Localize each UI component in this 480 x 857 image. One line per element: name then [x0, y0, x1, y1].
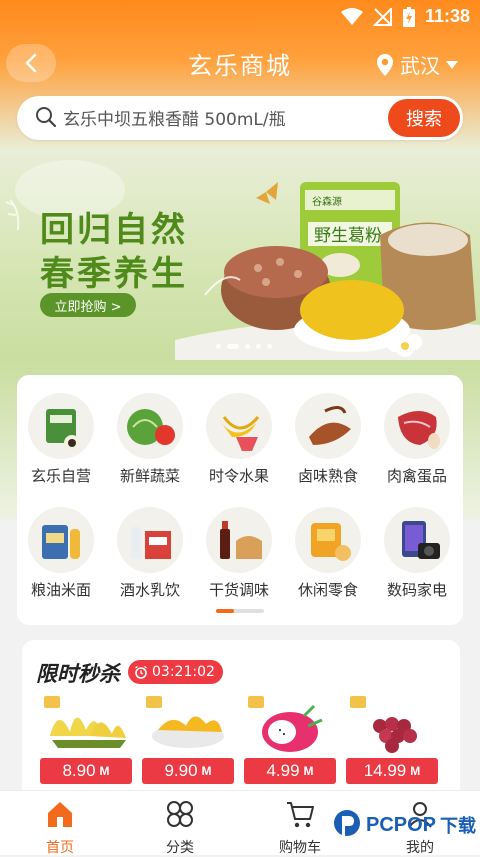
status-time: 11:38	[424, 6, 470, 26]
banner-pagination	[216, 344, 272, 349]
category-label: 肉禽蛋品	[386, 467, 447, 485]
banner-buy-now-button[interactable]: 立即抢购 >	[40, 293, 136, 317]
promo-banner[interactable]: 谷森源 野生葛粉 回归自然 春季养生 立即抢购 >	[0, 150, 480, 360]
home-icon	[48, 802, 72, 827]
price-tag: 9.90 M	[142, 758, 234, 784]
category-label: 时令水果	[208, 467, 269, 485]
snack-icon	[295, 507, 361, 573]
cart-icon	[287, 802, 314, 828]
durian-icon	[50, 717, 126, 748]
price-currency: M	[99, 764, 110, 778]
top-navbar: 玄乐商城 武汉	[0, 40, 480, 86]
category-label: 酒水乳饮	[119, 581, 180, 599]
wifi-icon	[340, 7, 363, 25]
grape-icon	[373, 717, 417, 753]
packet-title: 野生葛粉	[314, 226, 382, 246]
category-label: 新鲜蔬菜	[119, 467, 180, 485]
location-pin-icon	[377, 53, 393, 76]
seasoning-icon	[206, 507, 272, 573]
price-value: 9.90	[164, 761, 198, 780]
dragonfruit-icon	[262, 704, 323, 752]
pcpop-logo-icon	[334, 810, 360, 836]
price-tag: 8.90 M	[40, 758, 132, 784]
cooked-food-icon	[295, 393, 361, 459]
meat-icon	[384, 393, 450, 459]
pcpop-watermark: PCPOP 下载	[332, 808, 476, 842]
self-operated-icon	[28, 393, 94, 459]
price-value: 4.99	[266, 761, 300, 780]
flash-sale-item[interactable]: 9.90 M	[142, 692, 236, 796]
caret-down-icon	[446, 60, 458, 69]
flash-sale-section: 限时秒杀 03:21:02 8.90 M 9.90 M 4.99 M 14.99 M	[22, 640, 460, 800]
tab-label: 分类	[166, 840, 194, 856]
category-item[interactable]: 休闲零食	[288, 507, 368, 600]
city-name: 武汉	[400, 54, 440, 78]
category-item[interactable]: 新鲜蔬菜	[110, 393, 190, 486]
banner-dot[interactable]	[227, 344, 239, 349]
tab-label: 首页	[46, 840, 74, 856]
price-currency: M	[410, 764, 421, 778]
status-bar: 11:38	[0, 0, 480, 34]
category-label: 玄乐自营	[30, 467, 91, 485]
alarm-clock-icon	[135, 665, 147, 679]
electronics-icon	[384, 507, 450, 573]
banner-dot[interactable]	[245, 344, 250, 349]
tab-label: 购物车	[279, 840, 321, 856]
category-item[interactable]: 时令水果	[199, 393, 279, 486]
search-input[interactable]: 玄乐中坝五粮香醋 500mL/瓶	[63, 105, 286, 130]
price-tag: 4.99 M	[244, 758, 336, 784]
category-label: 休闲零食	[297, 581, 358, 599]
countdown-badge: 03:21:02	[128, 660, 223, 684]
category-item[interactable]: 玄乐自营	[21, 393, 101, 486]
category-item[interactable]: 酒水乳饮	[110, 507, 190, 600]
category-scroll-indicator	[216, 609, 264, 613]
flash-sale-item[interactable]: 14.99 M	[346, 692, 440, 796]
grain-oil-icon	[28, 507, 94, 573]
category-label: 数码家电	[386, 581, 447, 599]
watermark-cn: 下载	[440, 816, 477, 837]
no-signal-icon	[372, 7, 392, 26]
category-label: 干货调味	[208, 581, 269, 599]
search-button[interactable]: 搜索	[388, 99, 460, 137]
price-currency: M	[303, 764, 314, 778]
price-tag: 14.99 M	[346, 758, 438, 784]
fruit-icon	[206, 393, 272, 459]
search-bar[interactable]: 玄乐中坝五粮香醋 500mL/瓶 搜索	[17, 96, 463, 140]
banner-headline: 回归自然	[40, 210, 188, 250]
category-item[interactable]: 干货调味	[199, 507, 279, 600]
price-currency: M	[201, 764, 212, 778]
banner-dot[interactable]	[267, 344, 272, 349]
banner-dot[interactable]	[256, 344, 261, 349]
category-item[interactable]: 粮油米面	[21, 507, 101, 600]
price-value: 8.90	[62, 761, 96, 780]
flash-sale-item[interactable]: 4.99 M	[244, 692, 338, 796]
flash-sale-title: 限时秒杀	[36, 662, 120, 686]
category-icon	[167, 801, 193, 827]
jackfruit-icon	[152, 716, 224, 748]
banner-subheadline: 春季养生	[40, 254, 188, 294]
category-label: 卤味熟食	[297, 467, 358, 485]
category-item[interactable]: 肉禽蛋品	[377, 393, 457, 486]
price-value: 14.99	[363, 761, 407, 780]
category-item[interactable]: 卤味熟食	[288, 393, 368, 486]
search-icon	[36, 107, 57, 128]
flash-sale-item[interactable]: 8.90 M	[40, 692, 134, 796]
packet-brand: 谷森源	[312, 195, 342, 208]
vegetable-icon	[117, 393, 183, 459]
category-item[interactable]: 数码家电	[377, 507, 457, 600]
countdown-timer: 03:21:02	[152, 664, 215, 680]
beverage-icon	[117, 507, 183, 573]
banner-dot[interactable]	[216, 344, 221, 349]
battery-charging-icon	[402, 6, 415, 27]
watermark-text: PCPOP	[366, 813, 437, 836]
tab-home[interactable]: 首页	[20, 799, 100, 857]
category-label: 粮油米面	[30, 581, 91, 599]
category-grid: 玄乐自营 新鲜蔬菜 时令水果 卤味熟食 肉禽蛋品粮油米面 酒水乳饮 干货调味 休闲零食 数码家电	[17, 375, 463, 625]
city-selector[interactable]: 武汉	[376, 50, 458, 79]
tab-category[interactable]: 分类	[140, 799, 220, 857]
tab-cart[interactable]: 购物车	[260, 799, 340, 857]
